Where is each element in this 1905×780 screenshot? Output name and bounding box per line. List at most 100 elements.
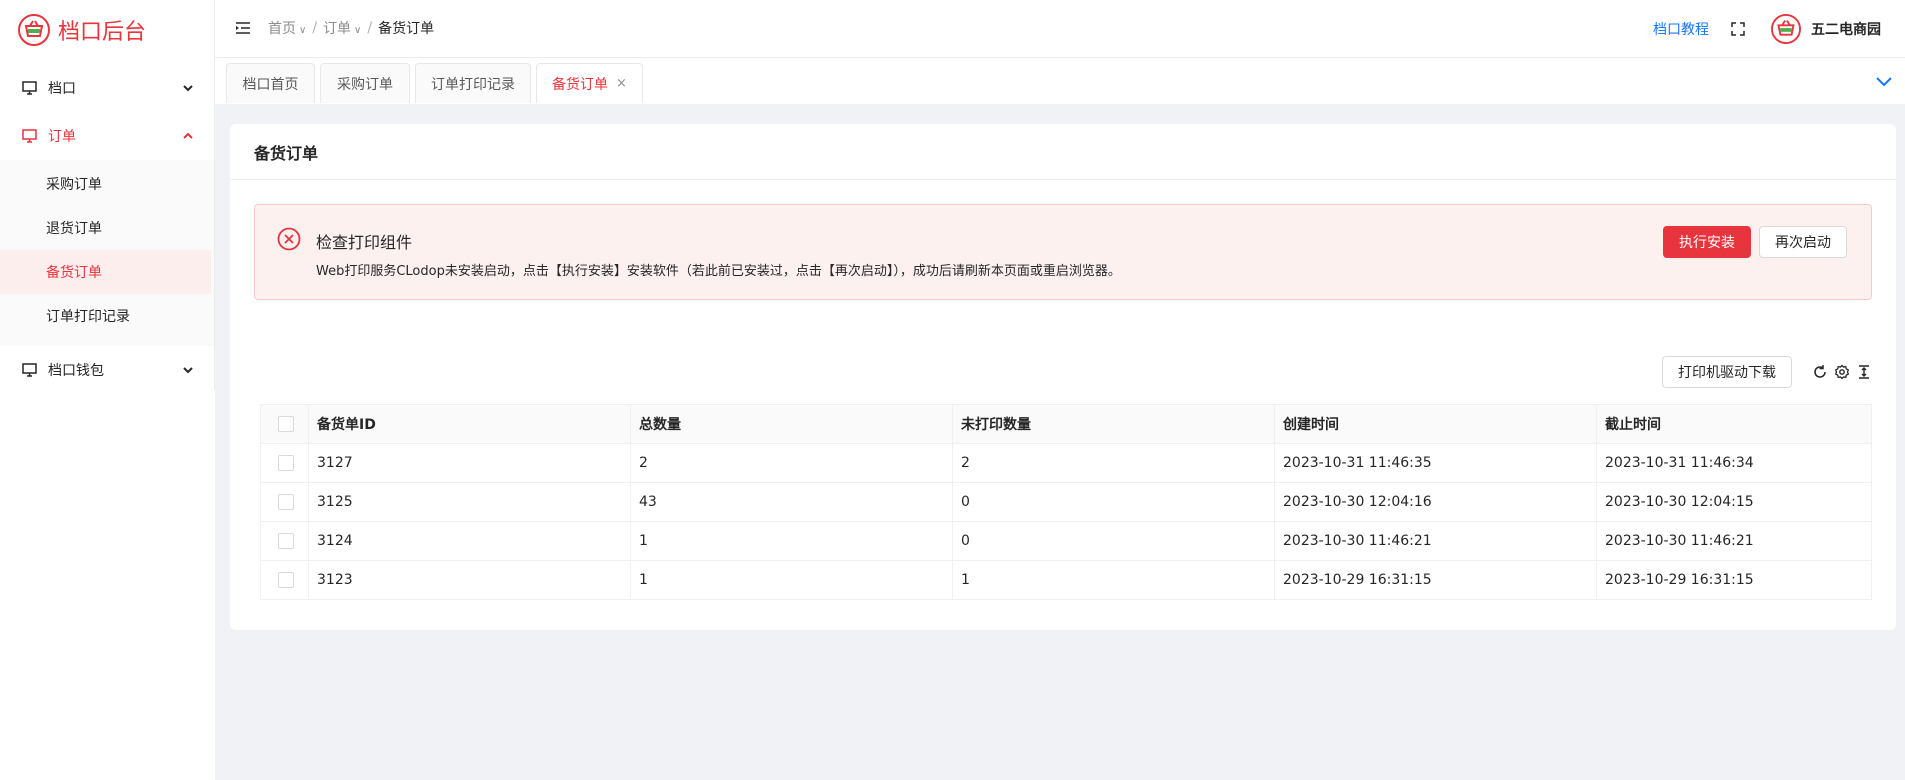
table-toolbar: 打印机驱动下载: [1662, 356, 1872, 388]
monitor-icon: [22, 80, 38, 96]
chevron-down-icon: [183, 85, 193, 92]
sidebar-item-label: 档口: [48, 81, 76, 97]
cell-unprinted-qty: 0: [952, 521, 1275, 561]
page-tabs: 档口首页 采购订单 订单打印记录 备货订单 ×: [215, 58, 1905, 104]
select-all-checkbox[interactable]: [278, 416, 294, 432]
restart-button[interactable]: 再次启动: [1759, 226, 1847, 258]
cell-total-qty: 1: [630, 560, 953, 600]
monitor-icon: [22, 362, 38, 378]
breadcrumb-home[interactable]: 首页 ∨: [268, 18, 306, 38]
row-select-cell: [260, 560, 309, 600]
column-header-total-qty[interactable]: 总数量: [630, 404, 953, 444]
reload-icon[interactable]: [1812, 364, 1828, 380]
menu-fold-icon[interactable]: [235, 20, 251, 36]
sidebar-subitem-return-orders[interactable]: 退货订单: [0, 206, 215, 250]
tutorial-link[interactable]: 档口教程: [1653, 19, 1709, 39]
table-row[interactable]: 3125 43 0 2023-10-30 12:04:16 2023-10-30…: [260, 482, 1872, 522]
printer-driver-download-button[interactable]: 打印机驱动下载: [1662, 356, 1792, 388]
chevron-down-icon: ∨: [299, 25, 307, 36]
sidebar-subitem-purchase-orders[interactable]: 采购订单: [0, 162, 215, 206]
sidebar: 档口后台 档口 订单 采购订单 退货订单 备货订单 订单打印记录 档口钱包: [0, 0, 215, 780]
sidebar-item-label: 档口钱包: [48, 363, 104, 379]
cell-created-time: 2023-10-31 11:46:35: [1274, 443, 1597, 483]
chevron-down-icon: [183, 367, 193, 374]
tab-stock-orders[interactable]: 备货订单 ×: [536, 63, 643, 103]
column-header-stock-id[interactable]: 备货单ID: [308, 404, 631, 444]
install-button[interactable]: 执行安装: [1663, 226, 1751, 258]
top-header: 首页 ∨ / 订单 ∨ / 备货订单 档口教程 五二电商园: [215, 0, 1905, 58]
tab-label: 档口首页: [242, 76, 299, 93]
chevron-up-icon: [183, 132, 193, 139]
alert-description: Web打印服务CLodop未安装启动，点击【执行安装】安装软件（若此前已安装过，…: [316, 264, 1121, 279]
header-actions: 档口教程 五二电商园: [1653, 14, 1881, 44]
brand-name: 档口后台: [58, 20, 147, 45]
tab-stall-home[interactable]: 档口首页: [226, 63, 315, 103]
column-header-created-time[interactable]: 创建时间: [1274, 404, 1597, 444]
cell-created-time: 2023-10-29 16:31:15: [1274, 560, 1597, 600]
breadcrumb: 首页 ∨ / 订单 ∨ / 备货订单: [268, 18, 434, 38]
sidebar-item-orders[interactable]: 订单: [0, 112, 215, 160]
page-title: 备货订单: [230, 124, 1896, 180]
cell-stock-id: 3124: [308, 521, 631, 561]
tab-print-records[interactable]: 订单打印记录: [415, 63, 531, 103]
row-checkbox[interactable]: [278, 455, 294, 471]
row-select-cell: [260, 521, 309, 561]
cell-unprinted-qty: 2: [952, 443, 1275, 483]
brand-logo[interactable]: 档口后台: [0, 0, 215, 60]
table-row[interactable]: 3123 1 1 2023-10-29 16:31:15 2023-10-29 …: [260, 560, 1872, 600]
cell-stock-id: 3125: [308, 482, 631, 522]
column-header-deadline[interactable]: 截止时间: [1596, 404, 1872, 444]
breadcrumb-orders[interactable]: 订单 ∨: [323, 18, 361, 38]
table-header-row: 备货单ID 总数量 未打印数量 创建时间 截止时间: [260, 404, 1872, 444]
sidebar-item-wallet[interactable]: 档口钱包: [0, 346, 215, 394]
column-header-unprinted-qty[interactable]: 未打印数量: [952, 404, 1275, 444]
cell-unprinted-qty: 1: [952, 560, 1275, 600]
username[interactable]: 五二电商园: [1811, 19, 1881, 39]
chevron-down-icon: ∨: [354, 25, 362, 36]
breadcrumb-separator: /: [367, 20, 373, 36]
alert-title: 检查打印组件: [316, 233, 413, 252]
tab-label: 订单打印记录: [431, 76, 515, 93]
table-row[interactable]: 3127 2 2 2023-10-31 11:46:35 2023-10-31 …: [260, 443, 1872, 483]
close-circle-icon: [277, 227, 301, 251]
sidebar-item-stall[interactable]: 档口: [0, 64, 215, 112]
monitor-icon: [22, 128, 38, 144]
cell-deadline: 2023-10-31 11:46:34: [1596, 443, 1872, 483]
print-component-alert: 检查打印组件 Web打印服务CLodop未安装启动，点击【执行安装】安装软件（若…: [254, 204, 1872, 300]
cell-stock-id: 3123: [308, 560, 631, 600]
tab-label: 采购订单: [337, 76, 393, 93]
row-select-cell: [260, 443, 309, 483]
cell-total-qty: 2: [630, 443, 953, 483]
fullscreen-icon[interactable]: [1731, 22, 1745, 36]
tab-label: 备货订单: [552, 76, 609, 93]
stock-orders-table: 备货单ID 总数量 未打印数量 创建时间 截止时间 3127 2 2 2023-…: [260, 404, 1872, 600]
cell-deadline: 2023-10-29 16:31:15: [1596, 560, 1872, 600]
close-icon[interactable]: ×: [616, 76, 627, 91]
sidebar-subitem-stock-orders[interactable]: 备货订单: [0, 250, 211, 294]
cell-total-qty: 1: [630, 521, 953, 561]
cell-created-time: 2023-10-30 12:04:16: [1274, 482, 1597, 522]
cell-created-time: 2023-10-30 11:46:21: [1274, 521, 1597, 561]
cell-total-qty: 43: [630, 482, 953, 522]
breadcrumb-current: 备货订单: [378, 21, 435, 37]
cell-deadline: 2023-10-30 11:46:21: [1596, 521, 1872, 561]
settings-icon[interactable]: [1834, 364, 1850, 380]
table-row[interactable]: 3124 1 0 2023-10-30 11:46:21 2023-10-30 …: [260, 521, 1872, 561]
row-checkbox[interactable]: [278, 533, 294, 549]
breadcrumb-separator: /: [312, 20, 318, 36]
column-height-icon[interactable]: [1856, 364, 1872, 380]
cell-stock-id: 3127: [308, 443, 631, 483]
orders-submenu: 采购订单 退货订单 备货订单 订单打印记录: [0, 160, 215, 346]
row-checkbox[interactable]: [278, 572, 294, 588]
tab-purchase-orders[interactable]: 采购订单: [320, 63, 410, 103]
basket-logo-icon: [18, 14, 50, 46]
main-card: 备货订单 检查打印组件 Web打印服务CLodop未安装启动，点击【执行安装】安…: [230, 124, 1896, 630]
row-select-cell: [260, 482, 309, 522]
sidebar-item-label: 订单: [48, 129, 76, 145]
avatar[interactable]: [1771, 14, 1801, 44]
chevron-down-icon[interactable]: [1875, 72, 1893, 90]
select-all-cell: [260, 404, 309, 444]
row-checkbox[interactable]: [278, 494, 294, 510]
cell-unprinted-qty: 0: [952, 482, 1275, 522]
sidebar-subitem-print-records[interactable]: 订单打印记录: [0, 294, 215, 338]
